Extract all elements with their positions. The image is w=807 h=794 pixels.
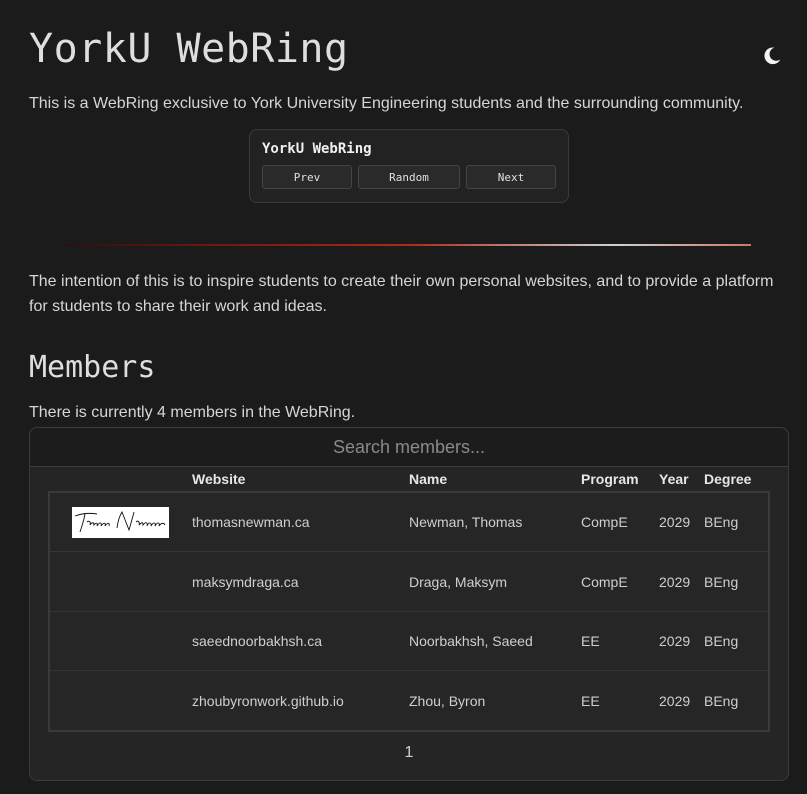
member-year: 2029 [659,574,691,590]
member-name: Newman, Thomas [409,514,523,530]
table-header: Website Name Program Year Degree [30,468,788,492]
member-year: 2029 [659,693,691,709]
member-logo[interactable] [72,507,169,538]
next-button[interactable]: Next [466,165,556,189]
column-header-degree[interactable]: Degree [704,471,751,487]
member-year: 2029 [659,633,691,649]
column-header-website[interactable]: Website [192,471,245,487]
member-degree: BEng [704,633,739,649]
member-program: EE [581,693,600,709]
member-count: There is currently 4 members in the WebR… [29,404,356,421]
member-website-link[interactable]: thomasnewman.ca [192,514,310,530]
member-program: CompE [581,514,628,530]
member-degree: BEng [704,514,739,530]
intention-text: The intention of this is to inspire stud… [29,273,774,315]
member-degree: BEng [704,693,739,709]
member-name: Noorbakhsh, Saeed [409,633,533,649]
member-name: Zhou, Byron [409,693,486,709]
webring-widget-title: YorkU WebRing [262,141,372,157]
member-website-link[interactable]: maksymdraga.ca [192,574,299,590]
members-panel: Website Name Program Year Degree thomasn… [29,427,789,781]
search-input[interactable] [30,428,788,467]
gradient-divider [66,244,751,246]
table-row: thomasnewman.ca Newman, Thomas CompE 202… [50,493,768,552]
column-header-year[interactable]: Year [659,471,689,487]
page-number[interactable]: 1 [405,744,414,761]
pagination: 1 [30,744,788,762]
webring-widget: YorkU WebRing Prev Random Next [249,129,569,203]
members-heading: Members [29,350,156,385]
webring-nav: Prev Random Next [262,165,556,189]
member-program: CompE [581,574,628,590]
page: YorkU WebRing This is a WebRing exclusiv… [0,0,807,794]
prev-button[interactable]: Prev [262,165,352,189]
table-row: zhoubyronwork.github.io Zhou, Byron EE 2… [50,672,768,731]
intro-text: This is a WebRing exclusive to York Univ… [29,95,744,112]
theme-toggle-button[interactable] [756,40,788,72]
member-name: Draga, Maksym [409,574,508,590]
moon-icon [764,47,781,65]
table-row: maksymdraga.ca Draga, Maksym CompE 2029 … [50,553,768,612]
member-website-link[interactable]: zhoubyronwork.github.io [192,693,344,709]
member-year: 2029 [659,514,691,530]
member-program: EE [581,633,600,649]
column-header-name[interactable]: Name [409,471,447,487]
random-button[interactable]: Random [358,165,460,189]
members-table: thomasnewman.ca Newman, Thomas CompE 202… [48,491,770,732]
member-website-link[interactable]: saeednoorbakhsh.ca [192,633,322,649]
member-degree: BEng [704,574,739,590]
table-row: saeednoorbakhsh.ca Noorbakhsh, Saeed EE … [50,612,768,671]
site-title: YorkU WebRing [29,26,349,72]
column-header-program[interactable]: Program [581,471,639,487]
signature-logo-icon [74,511,166,533]
